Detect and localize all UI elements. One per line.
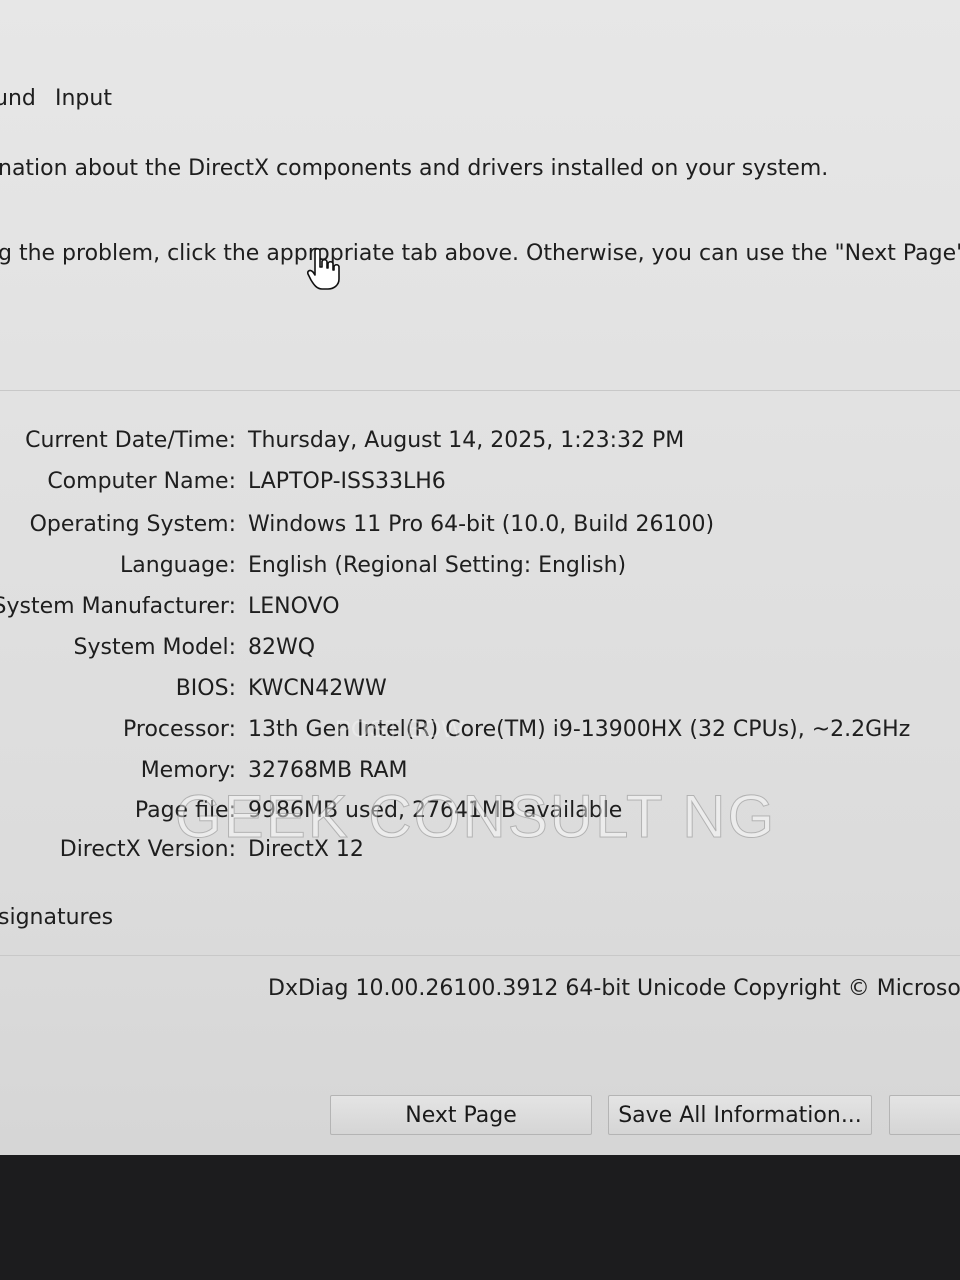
hand-pointer-icon [307,247,340,290]
info-label: BIOS: [175,676,236,701]
info-row-system-model: System Model: 82WQ [0,635,960,669]
section-divider [0,390,960,391]
info-row-manufacturer: System Manufacturer: LENOVO [0,594,960,628]
save-all-information-label: Save All Information... [618,1102,862,1128]
info-value: LAPTOP-ISS33LH6 [248,469,446,494]
exit-button[interactable] [889,1095,960,1135]
section-divider [0,955,960,956]
info-row-language: Language: English (Regional Setting: Eng… [0,553,960,587]
info-label: Memory: [140,758,236,783]
intro-text-1: nation about the DirectX components and … [0,156,829,181]
info-row-datetime: Current Date/Time: Thursday, August 14, … [0,428,960,462]
check-signatures-label: signatures [0,905,114,930]
next-page-button[interactable]: Next Page [330,1095,592,1135]
save-all-information-button[interactable]: Save All Information... [608,1095,872,1135]
tab-sound[interactable]: und [0,86,36,111]
info-value: Thursday, August 14, 2025, 1:23:32 PM [248,428,685,453]
info-row-operating-system: Operating System: Windows 11 Pro 64-bit … [0,512,960,546]
info-row-bios: BIOS: KWCN42WW [0,676,960,710]
info-label: Computer Name: [47,469,236,494]
info-value: 82WQ [248,635,316,660]
info-value: 32768MB RAM [248,758,408,783]
info-label: System Model: [73,635,237,660]
tab-input[interactable]: Input [55,86,112,111]
info-value: KWCN42WW [248,676,387,701]
info-label: Current Date/Time: [25,428,236,453]
info-row-processor: Processor: 13th Gen Intel(R) Core(TM) i9… [0,717,960,751]
info-value: English (Regional Setting: English) [248,553,627,578]
watermark-subtext: POST BOW [335,716,464,743]
info-value: Windows 11 Pro 64-bit (10.0, Build 26100… [248,512,715,537]
watermark: GEEK CONSULT NG [174,783,777,851]
version-copyright-text: DxDiag 10.00.26100.3912 64-bit Unicode C… [268,976,960,1001]
info-label: Operating System: [29,512,236,537]
info-row-computer-name: Computer Name: LAPTOP-ISS33LH6 [0,469,960,503]
next-page-label: Next Page [405,1102,517,1128]
info-label: System Manufacturer: [0,594,236,619]
intro-text-2: g the problem, click the appropriate tab… [0,241,960,266]
info-label: Processor: [123,717,236,742]
dxdiag-window: und Input nation about the DirectX compo… [0,0,960,1155]
info-label: Language: [120,553,236,578]
info-value: LENOVO [248,594,340,619]
laptop-bezel [0,1155,960,1280]
